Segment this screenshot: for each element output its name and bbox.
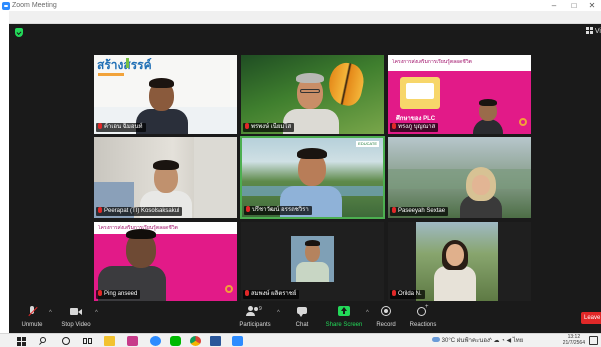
notification-icon[interactable]	[589, 336, 598, 345]
smiley-add-icon: +	[417, 304, 429, 318]
participant-name-tag: สมพงษ์ ผลิตราชย์	[243, 290, 300, 299]
participant-name-tag: พรพงษ์ เนียมโส	[243, 123, 295, 132]
language-indicator: ไทย	[512, 338, 524, 344]
participant-name-tag: Peerapat (TI) Kosolsaksakul	[96, 207, 183, 216]
stop-video-button[interactable]: Stop Video	[57, 306, 95, 329]
file-explorer-icon[interactable]	[104, 336, 115, 346]
muted-microphone-icon	[27, 306, 38, 318]
word-icon[interactable]	[210, 336, 221, 346]
minimize-button[interactable]: –	[547, 0, 561, 12]
meeting-area: Vi สร้างสรรค์ ค้าเอน ฉิมอนท์ พรพงษ์ เนีย…	[9, 24, 601, 303]
participant-video	[470, 97, 506, 134]
participant-video	[458, 165, 504, 218]
brand-logo: EDUCATE	[356, 141, 379, 147]
desktop: Zoom Meeting – □ ✕ Vi สร้างสรรค์ ค้าเอน …	[0, 0, 601, 347]
chrome-icon[interactable]	[190, 336, 201, 346]
active-speaker-tile[interactable]: EDUCATE ปรีชาวัฒน์ อรรถชวิรา	[240, 136, 385, 219]
participant-name-tag: Paseeyah Sextae	[390, 207, 449, 216]
chat-bubble-icon	[297, 306, 307, 318]
video-tile[interactable]: Orilda N.	[388, 222, 531, 301]
wifi-icon: ◔	[501, 338, 505, 344]
video-options-caret[interactable]: ^	[95, 310, 98, 316]
clock-date: 21/7/2564	[562, 340, 585, 346]
participants-count: 9	[259, 306, 262, 312]
video-tile[interactable]: โครงการส่งเสริมการเรียนรู้ตลอดชีวิต Ping…	[94, 222, 237, 301]
clock[interactable]: 13:12 21/7/2564	[563, 334, 585, 346]
cortana-icon[interactable]	[60, 336, 71, 346]
participant-name-tag: ค้าเอน ฉิมอนท์	[96, 123, 146, 132]
share-screen-icon	[338, 306, 350, 318]
video-camera-icon	[70, 306, 82, 318]
zoom-app-icon	[2, 2, 10, 10]
participant-name-tag: ทรงภู บุญณาส	[390, 123, 439, 132]
muted-mic-icon	[392, 290, 396, 296]
participants-button[interactable]: 9 Participants	[235, 306, 275, 329]
muted-mic-icon	[245, 123, 249, 129]
video-tile[interactable]: Paseeyah Sextae	[388, 137, 531, 218]
muted-mic-icon	[98, 123, 102, 129]
muted-mic-icon	[98, 290, 102, 296]
task-view-icon[interactable]	[82, 336, 93, 346]
volume-icon: ◀	[506, 338, 512, 344]
slide-title: สร้างสรรค์	[97, 58, 152, 72]
security-shield-icon[interactable]	[15, 28, 23, 37]
reactions-button[interactable]: + Reactions	[407, 304, 439, 329]
muted-mic-icon	[392, 207, 396, 213]
participants-options-caret[interactable]: ^	[277, 310, 280, 316]
muted-mic-icon	[246, 206, 250, 212]
weather-widget[interactable]: 30°C ฝนฟ้าคะนอง	[432, 335, 490, 347]
participant-name-tag: Ping anseed	[96, 290, 141, 299]
weather-cloud-icon	[432, 337, 440, 342]
chevron-up-icon: ^	[489, 338, 492, 344]
slide-title: โครงการส่งเสริมการเรียนรู้ตลอดชีวิต	[392, 59, 472, 65]
title-bar: Zoom Meeting – □ ✕	[0, 0, 601, 24]
video-tile[interactable]: โครงการส่งเสริมการเรียนรู้ตลอดชีวิต ศึกษ…	[388, 55, 531, 134]
close-button[interactable]: ✕	[585, 0, 599, 12]
chat-button[interactable]: Chat	[291, 306, 313, 329]
slide-subtitle: ศึกษาของ PLC	[396, 116, 436, 122]
meeting-control-bar: Unmute ^ Stop Video ^ 9 Participants ^ C…	[9, 303, 601, 333]
store-icon[interactable]	[127, 336, 138, 346]
gallery-grid-icon	[585, 27, 593, 34]
muted-mic-icon	[245, 290, 249, 296]
unmute-button[interactable]: Unmute	[15, 306, 49, 329]
share-options-caret[interactable]: ^	[366, 310, 369, 316]
participant-name-tag: ปรีชาวัฒน์ อรรถชวิรา	[244, 206, 312, 215]
participant-name-tag: Orilda N.	[390, 290, 425, 299]
cloud-icon: ☁	[493, 338, 500, 344]
participant-photo	[291, 236, 334, 282]
record-icon	[381, 306, 391, 318]
line-icon[interactable]	[170, 336, 181, 346]
zoom-taskbar-icon[interactable]	[150, 336, 161, 346]
video-tile[interactable]: สร้างสรรค์ ค้าเอน ฉิมอนท์	[94, 55, 237, 134]
video-tile[interactable]: Peerapat (TI) Kosolsaksakul	[94, 137, 237, 218]
audio-options-caret[interactable]: ^	[49, 310, 52, 316]
share-screen-button[interactable]: Share Screen	[324, 306, 364, 329]
participant-photo	[416, 222, 498, 301]
muted-mic-icon	[392, 123, 396, 129]
video-tile[interactable]: พรพงษ์ เนียมโส	[241, 55, 384, 134]
system-tray[interactable]: ^ ☁ ◔ ◀ ไทย	[489, 335, 523, 347]
windows-start-icon[interactable]	[16, 336, 27, 346]
leave-button[interactable]: Leave	[581, 312, 601, 324]
window-title: Zoom Meeting	[12, 2, 57, 9]
zoom-active-icon[interactable]	[232, 336, 243, 346]
windows-taskbar: 30°C ฝนฟ้าคะนอง ^ ☁ ◔ ◀ ไทย 13:12 21/7/2…	[0, 333, 601, 347]
muted-mic-icon	[98, 207, 102, 213]
maximize-button[interactable]: □	[567, 0, 581, 12]
view-button[interactable]: Vi	[585, 27, 601, 37]
video-tile[interactable]: สมพงษ์ ผลิตราชย์	[241, 222, 384, 301]
search-icon[interactable]	[38, 336, 49, 346]
participants-icon: 9	[246, 306, 264, 318]
record-button[interactable]: Record	[373, 306, 399, 329]
